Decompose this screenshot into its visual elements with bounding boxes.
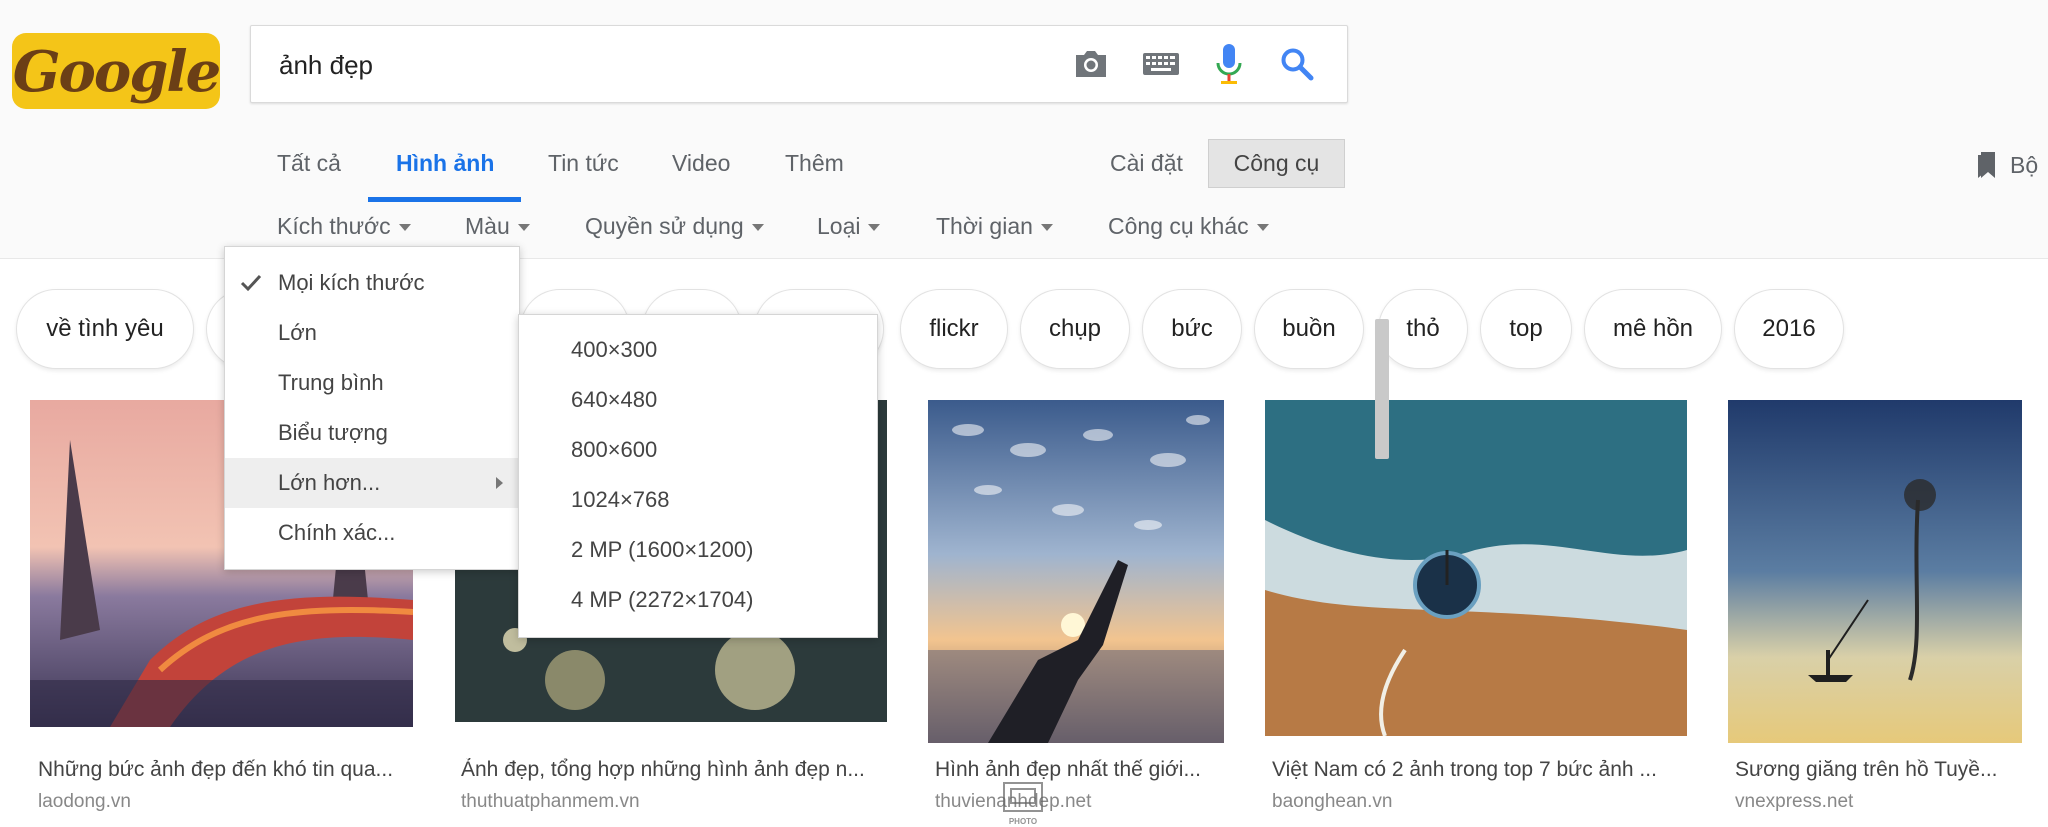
larger-than-submenu: 400×300 640×480 800×600 1024×768 2 MP (1… [518,314,1389,638]
filter-time-label: Thời gian [936,213,1033,239]
filter-more-label: Công cụ khác [1108,213,1249,239]
chip-flickr[interactable]: flickr [900,289,1008,369]
filter-color-label: Màu [465,213,510,239]
bookmark-icon [1978,152,1995,178]
tab-more[interactable]: Thêm [785,150,844,177]
chip-buc[interactable]: bức [1142,289,1242,369]
filter-usage-label: Quyền sử dụng [585,213,744,239]
size-option-exact[interactable]: Chính xác... [225,508,519,558]
chip-tho[interactable]: thỏ [1378,289,1468,369]
tab-images[interactable]: Hình ảnh [396,150,494,177]
result-image-5[interactable] [1728,400,2022,743]
chip-me-hon[interactable]: mê hồn [1584,289,1722,369]
result-image-4[interactable] [1265,400,1687,736]
chip-2016[interactable]: 2016 [1734,289,1844,369]
tab-all[interactable]: Tất cả [277,150,341,177]
size-option-medium[interactable]: Trung bình [225,358,519,408]
larger-option-1024x768[interactable]: 1024×768 [571,487,670,513]
result-source-5[interactable]: vnexpress.net [1735,791,1853,813]
filter-usage-rights[interactable]: Quyền sử dụng [585,213,764,240]
result-source-1[interactable]: laodong.vn [38,791,131,813]
caret-down-icon [1040,224,1053,232]
photo-watermark-icon [1003,782,1043,812]
larger-option-4mp[interactable]: 4 MP (2272×1704) [571,587,753,613]
mic-icon[interactable] [1207,42,1251,86]
caret-down-icon [398,224,411,232]
chip-top[interactable]: top [1480,289,1572,369]
larger-option-400x300[interactable]: 400×300 [571,337,657,363]
size-option-large[interactable]: Lớn [225,308,519,358]
caret-down-icon [868,224,881,232]
result-caption-2[interactable]: Ảnh đẹp, tổng hợp những hình ảnh đẹp n..… [461,758,891,782]
filter-size-label: Kích thước [277,213,391,239]
larger-option-2mp[interactable]: 2 MP (1600×1200) [571,537,753,563]
result-caption-4[interactable]: Việt Nam có 2 ảnh trong top 7 bức ảnh ..… [1272,758,1692,782]
search-icon[interactable] [1275,42,1319,86]
tab-news[interactable]: Tin tức [548,150,619,177]
result-caption-3[interactable]: Hình ảnh đẹp nhất thế giới... [935,758,1230,782]
search-box[interactable] [250,25,1348,103]
filter-color[interactable]: Màu [465,213,530,240]
size-option-icon[interactable]: Biểu tượng [225,408,519,458]
watermark-logo: PHOTO [1003,782,1043,826]
chip-ve-tinh-yeu[interactable]: về tình yêu [16,289,194,369]
result-caption-5[interactable]: Sương giăng trên hồ Tuyề... [1735,758,2025,782]
result-image-3[interactable] [928,400,1224,743]
caret-down-icon [1256,224,1269,232]
submenu-arrow-icon [496,477,503,489]
caret-down-icon [517,224,530,232]
tab-video[interactable]: Video [672,150,730,177]
size-option-any[interactable]: Mọi kích thước [225,258,519,308]
filter-type[interactable]: Loại [817,213,881,240]
result-source-2[interactable]: thuthuatphanmem.vn [461,791,640,813]
logo-text: Google [12,39,220,105]
submenu-scrollbar[interactable] [1375,319,1389,459]
size-option-any-label: Mọi kích thước [278,270,425,295]
size-dropdown-menu: Mọi kích thước Lớn Trung bình Biểu tượng… [224,246,520,570]
settings-link[interactable]: Cài đặt [1110,150,1183,177]
filter-time[interactable]: Thời gian [936,213,1053,240]
search-input[interactable] [277,44,1041,86]
filter-more-tools[interactable]: Công cụ khác [1108,213,1269,240]
size-option-larger-than[interactable]: Lớn hơn... [225,458,519,508]
saved-label: Bộ [2010,151,2039,178]
active-tab-underline [368,197,521,202]
filter-size[interactable]: Kích thước [277,213,411,240]
size-option-larger-label: Lớn hơn... [278,470,381,495]
result-caption-1[interactable]: Những bức ảnh đẹp đến khó tin qua... [38,758,418,782]
keyboard-icon[interactable] [1139,42,1183,86]
saved-link[interactable]: Bộ [1976,150,2038,180]
google-doodle-logo[interactable]: Google [12,33,220,109]
larger-option-640x480[interactable]: 640×480 [571,387,657,413]
check-icon [237,258,265,308]
larger-option-800x600[interactable]: 800×600 [571,437,657,463]
result-source-4[interactable]: baonghean.vn [1272,791,1392,813]
chip-chup[interactable]: chụp [1020,289,1130,369]
filter-type-label: Loại [817,213,861,239]
chip-buon[interactable]: buồn [1254,289,1364,369]
caret-down-icon [751,224,764,232]
camera-icon[interactable] [1069,42,1113,86]
tools-button[interactable]: Công cụ [1208,139,1345,188]
